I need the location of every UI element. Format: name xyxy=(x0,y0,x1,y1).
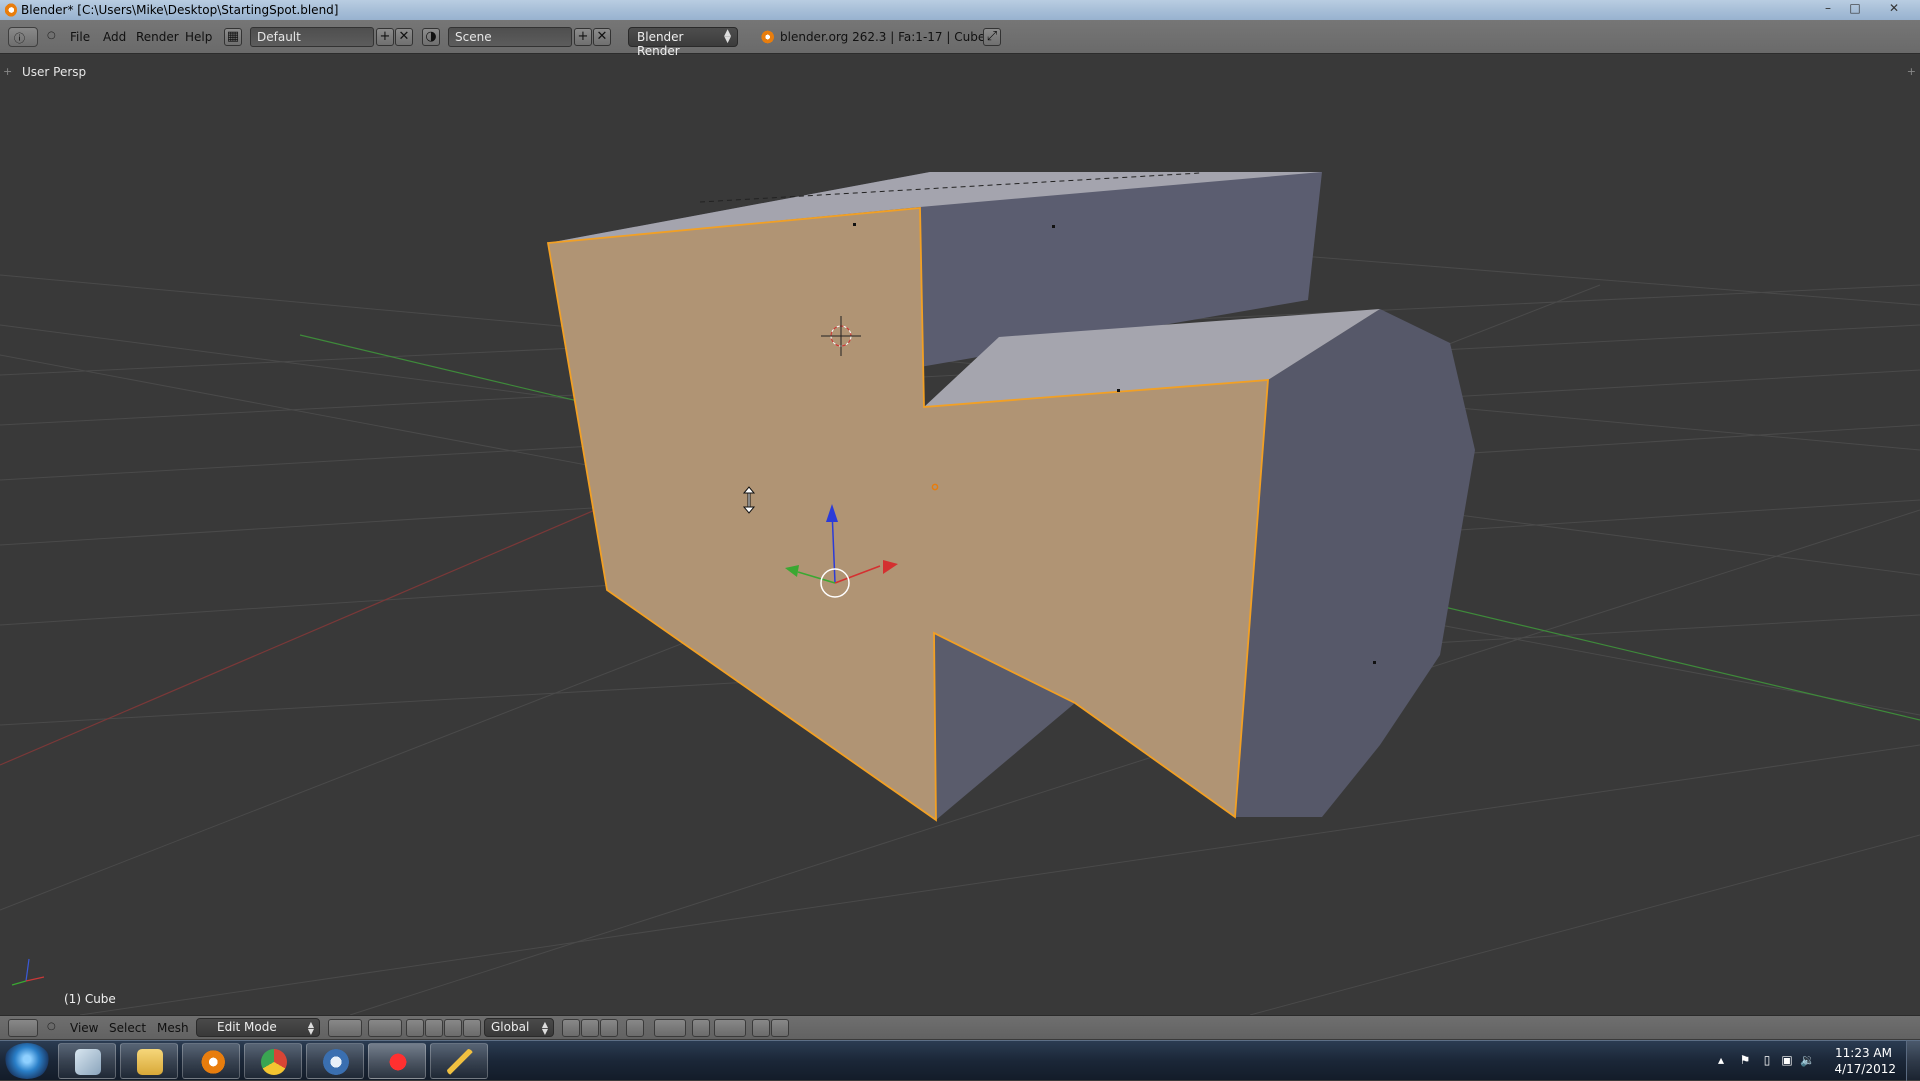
info-header: ⓘ ○ File Add Render Help ▦ Default + ✕ ◑… xyxy=(0,20,1920,58)
add-screen-icon[interactable]: + xyxy=(376,28,394,46)
menu-file[interactable]: File xyxy=(70,30,90,44)
editor-type-3d-button[interactable] xyxy=(8,1019,38,1037)
volume-icon[interactable]: 🔉 xyxy=(1800,1053,1815,1067)
system-tray: ▴ ⚑ ▯ ▣ 🔉 11:23 AM 4/17/2012 xyxy=(1700,1041,1920,1081)
view-axis-gizmo-icon xyxy=(11,958,45,986)
browser-icon[interactable] xyxy=(306,1043,364,1079)
clock-time[interactable]: 11:23 AM xyxy=(1835,1046,1892,1060)
manipulator-toggle-icon[interactable] xyxy=(406,1019,424,1037)
show-desktop-button[interactable] xyxy=(1906,1041,1920,1081)
menu-view[interactable]: View xyxy=(70,1021,98,1035)
viewport-canvas[interactable] xyxy=(0,55,1920,1015)
updown-arrows-icon: ▲ ▼ xyxy=(724,28,731,45)
clock-date[interactable]: 4/17/2012 xyxy=(1834,1062,1896,1076)
shading-dropdown[interactable] xyxy=(328,1019,362,1037)
mode-dropdown[interactable]: Edit Mode ▲ ▼ xyxy=(196,1018,320,1037)
pivot-dropdown[interactable] xyxy=(368,1019,402,1037)
window-title: Blender* [C:\Users\Mike\Desktop\Starting… xyxy=(21,3,339,17)
scene-stats: blender.org 262.3 | Fa:1-17 | Cube xyxy=(780,30,986,44)
render-engine-dropdown[interactable]: Blender Render ▲ ▼ xyxy=(628,27,738,58)
writer-icon[interactable] xyxy=(430,1043,488,1079)
scale-manipulator-icon[interactable] xyxy=(463,1019,481,1037)
collapse-menu-icon[interactable]: ○ xyxy=(47,30,56,41)
start-button[interactable] xyxy=(4,1043,50,1079)
blender-logo-icon xyxy=(760,30,774,44)
region-toggle-left-icon[interactable]: + xyxy=(3,65,12,78)
render-engine-label: Blender Render xyxy=(637,30,684,58)
chrome-icon[interactable] xyxy=(244,1043,302,1079)
menu-add[interactable]: Add xyxy=(103,30,126,44)
scene-icon[interactable]: ◑ xyxy=(422,28,440,46)
render-animation-icon[interactable] xyxy=(771,1019,789,1037)
face-select-icon[interactable] xyxy=(600,1019,618,1037)
show-hidden-icons-icon[interactable]: ▴ xyxy=(1714,1053,1728,1067)
menu-help[interactable]: Help xyxy=(185,30,212,44)
snap-toggle-icon[interactable] xyxy=(692,1019,710,1037)
rotate-manipulator-icon[interactable] xyxy=(444,1019,462,1037)
action-center-flag-icon[interactable]: ⚑ xyxy=(1738,1053,1752,1067)
explorer-icon[interactable] xyxy=(58,1043,116,1079)
render-opengl-icon[interactable] xyxy=(752,1019,770,1037)
scene-field[interactable]: Scene xyxy=(448,27,572,47)
orientation-dropdown[interactable]: Global ▲ ▼ xyxy=(484,1018,554,1037)
blender-app-icon xyxy=(3,3,17,17)
view-name-label: User Persp xyxy=(22,65,87,79)
editor-type-button[interactable]: ⓘ xyxy=(8,27,38,47)
menu-select[interactable]: Select xyxy=(109,1021,146,1035)
add-scene-icon[interactable]: + xyxy=(574,28,592,46)
edit-mode-label: Edit Mode xyxy=(217,1020,277,1034)
network-icon[interactable]: ▣ xyxy=(1780,1053,1794,1067)
limit-selection-icon[interactable] xyxy=(626,1019,644,1037)
edge-select-icon[interactable] xyxy=(581,1019,599,1037)
orientation-label: Global xyxy=(491,1020,530,1034)
file-manager-icon[interactable] xyxy=(120,1043,178,1079)
maximize-icon[interactable]: □ xyxy=(1843,1,1867,17)
translate-manipulator-icon[interactable] xyxy=(425,1019,443,1037)
blender-icon[interactable] xyxy=(182,1043,240,1079)
device-icon[interactable]: ▯ xyxy=(1760,1053,1774,1067)
3d-viewport[interactable]: + + User Persp (1) Cube xyxy=(0,55,1920,1015)
info-icon: ⓘ xyxy=(14,32,25,45)
fullscreen-icon[interactable]: ⤢ xyxy=(983,28,1001,46)
close-icon[interactable]: ✕ xyxy=(1882,1,1906,17)
paint-icon[interactable] xyxy=(368,1043,426,1079)
region-toggle-right-icon[interactable]: + xyxy=(1907,65,1916,78)
screen-layout-icon[interactable]: ▦ xyxy=(224,28,242,46)
collapse-menu-icon[interactable]: ○ xyxy=(47,1021,56,1032)
updown-arrows-icon: ▲ ▼ xyxy=(541,1020,548,1036)
right-side-face[interactable] xyxy=(1235,309,1475,817)
delete-scene-icon[interactable]: ✕ xyxy=(593,28,611,46)
delete-screen-icon[interactable]: ✕ xyxy=(395,28,413,46)
vertex-select-icon[interactable] xyxy=(562,1019,580,1037)
proportional-editing-dropdown[interactable] xyxy=(654,1019,686,1037)
minimize-icon[interactable]: – xyxy=(1816,1,1840,17)
windows-taskbar: ▴ ⚑ ▯ ▣ 🔉 11:23 AM 4/17/2012 xyxy=(0,1040,1920,1081)
window-titlebar: Blender* [C:\Users\Mike\Desktop\Starting… xyxy=(0,0,1920,20)
screen-layout-field[interactable]: Default xyxy=(250,27,374,47)
menu-mesh[interactable]: Mesh xyxy=(157,1021,189,1035)
snap-element-dropdown[interactable] xyxy=(714,1019,746,1037)
3d-view-header: ○ View Select Mesh Edit Mode ▲ ▼ Global ▲… xyxy=(0,1015,1920,1039)
menu-render[interactable]: Render xyxy=(136,30,179,44)
active-object-label: (1) Cube xyxy=(64,992,116,1006)
updown-arrows-icon: ▲ ▼ xyxy=(307,1020,314,1036)
